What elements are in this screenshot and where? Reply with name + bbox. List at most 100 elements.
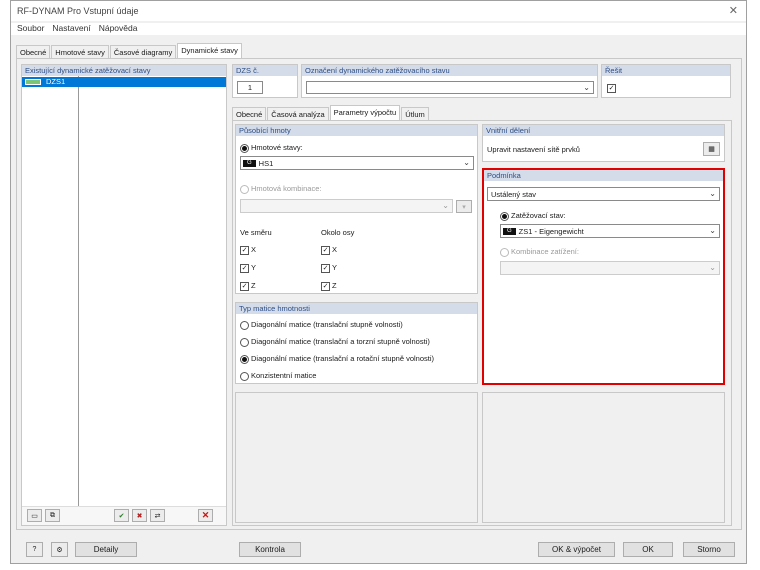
load-case-radio[interactable] [500,211,509,221]
load-case-badge: G [503,227,516,235]
menu-item-napoveda[interactable]: Nápověda [99,23,138,35]
load-case-option[interactable]: Zatěžovací stav: [500,211,566,221]
designation-input[interactable]: ⌄ [306,81,594,94]
matrix-radio-4[interactable] [240,371,249,381]
condition-group: Podmínka Ustálený stav ⌄ Zatěžovací stav… [482,168,725,385]
chevron-down-icon[interactable]: ⌄ [709,226,716,235]
load-case-value: ZS1 - Eigengewicht [518,226,584,236]
solve-group: Řešit ✓ [601,64,731,98]
matrix-option-3-label: Diagonální matice (translační a rotační … [251,354,435,363]
load-combo-option[interactable]: Kombinace zatížení: [500,247,579,257]
tab-obecne[interactable]: Obecné [16,45,51,58]
ok-button[interactable]: OK [623,542,673,557]
mass-combo-radio[interactable] [240,184,249,194]
chevron-down-icon[interactable]: ⌄ [463,158,470,167]
direction-x-checkbox[interactable]: ✓ [240,245,249,255]
subtab-casova-analyza[interactable]: Časová analýza [267,107,329,120]
matrix-option-1[interactable]: Diagonální matice (translační stupně vol… [240,320,403,330]
direction-x[interactable]: ✓ X [240,245,256,255]
load-case-color-swatch [25,79,41,85]
new-case-icon[interactable]: ▭ [27,509,42,522]
menu-bar: Soubor Nastavení Nápověda [11,23,746,35]
mass-combo-option[interactable]: Hmotová kombinace: [240,184,321,194]
tab-casove-diagramy[interactable]: Časové diagramy [109,45,177,58]
copy-case-icon[interactable]: ⧉ [45,509,60,522]
menu-item-soubor[interactable]: Soubor [17,23,44,35]
uncheck-all-icon[interactable]: ✖ [132,509,147,522]
mass-cases-option[interactable]: Hmotové stavy: [240,143,303,153]
direction-y[interactable]: ✓ Y [240,263,256,273]
chevron-down-icon[interactable]: ⌄ [583,83,590,92]
axis-y-label: Y [332,263,338,272]
chevron-down-icon[interactable]: ⌄ [709,263,716,272]
direction-y-checkbox[interactable]: ✓ [240,263,249,273]
masses-group: Působící hmoty Hmotové stavy: G HS1 ⌄ Hm… [235,124,478,294]
empty-panel-left [235,392,478,523]
direction-y-label: Y [251,263,257,272]
help-icon[interactable]: ? [26,542,43,557]
direction-z-label: Z [251,281,256,290]
details-button[interactable]: Detaily [75,542,137,557]
axis-x-checkbox[interactable]: ✓ [321,245,330,255]
close-icon[interactable]: ✕ [729,4,738,17]
dialog-window: RF-DYNAM Pro Vstupní údaje ✕ Soubor Nast… [10,0,747,564]
axis-y[interactable]: ✓ Y [321,263,337,273]
load-combo-radio[interactable] [500,247,509,257]
mesh-group: Vnitřní dělení Upravit nastavení sítě pr… [482,124,725,162]
mass-cases-radio[interactable] [240,143,249,153]
axis-z-checkbox[interactable]: ✓ [321,281,330,291]
matrix-header: Typ matice hmotnosti [236,303,477,314]
subtab-utlum[interactable]: Útlum [401,107,429,120]
solve-checkbox[interactable]: ✓ [607,84,616,93]
mesh-settings-icon[interactable]: ▦ [703,142,720,156]
mass-combo-select[interactable]: ⌄ [240,199,453,213]
direction-z-checkbox[interactable]: ✓ [240,281,249,291]
axis-x[interactable]: ✓ X [321,245,337,255]
ok-calculate-button[interactable]: OK & výpočet [538,542,615,557]
tab-hmotove-stavy[interactable]: Hmotové stavy [51,45,109,58]
matrix-radio-3[interactable] [240,354,249,364]
condition-mode-select[interactable]: Ustálený stav ⌄ [487,187,720,201]
designation-group: Označení dynamického zatěžovacího stavu … [301,64,598,98]
load-case-label: Zatěžovací stav: [511,211,566,220]
load-case-list-panel: Existující dynamické zatěžovací stavy DZ… [21,64,227,526]
chevron-down-icon[interactable]: ⌄ [709,189,716,198]
subtab-parametry-vypoctu[interactable]: Parametry výpočtu [329,105,401,120]
matrix-option-2-label: Diagonální matice (translační a torzní s… [251,337,430,346]
mass-case-value: HS1 [258,158,274,168]
direction-x-label: X [251,245,257,254]
matrix-option-4[interactable]: Konzistentní matice [240,371,316,381]
matrix-option-2[interactable]: Diagonální matice (translační a torzní s… [240,337,430,347]
dzs-number-field[interactable]: 1 [237,81,263,94]
axis-z-label: Z [332,281,337,290]
dzs-number-group: DZS č. 1 [232,64,298,98]
toggle-selection-icon[interactable]: ⇄ [150,509,165,522]
matrix-radio-2[interactable] [240,337,249,347]
chevron-down-icon[interactable]: ⌄ [442,201,449,210]
load-combo-label: Kombinace zatížení: [511,247,579,256]
mass-case-select[interactable]: G HS1 ⌄ [240,156,474,170]
matrix-radio-1[interactable] [240,320,249,330]
load-combo-select[interactable]: ⌄ [500,261,720,275]
check-all-icon[interactable]: ✔ [114,509,129,522]
cancel-button[interactable]: Storno [683,542,735,557]
menu-item-nastaveni[interactable]: Nastavení [52,23,90,35]
direction-label: Ve směru [240,228,272,237]
units-icon[interactable]: ⚙ [51,542,68,557]
sub-tabs: Obecné Časová analýza Parametry výpočtu … [232,105,430,120]
tab-dynamicke-stavy[interactable]: Dynamické stavy [177,43,242,58]
mass-matrix-group: Typ matice hmotnosti Diagonální matice (… [235,302,478,384]
axis-z[interactable]: ✓ Z [321,281,337,291]
mesh-text: Upravit nastavení sítě prvků [487,145,580,154]
select-combo-icon[interactable]: ▾ [456,200,472,213]
delete-icon[interactable]: ✕ [198,509,213,522]
list-item[interactable]: DZS1 [22,77,226,87]
axis-y-checkbox[interactable]: ✓ [321,263,330,273]
direction-z[interactable]: ✓ Z [240,281,256,291]
subtab-obecne[interactable]: Obecné [232,107,267,120]
title-bar: RF-DYNAM Pro Vstupní údaje ✕ [11,1,746,21]
load-case-select[interactable]: G ZS1 - Eigengewicht ⌄ [500,224,720,238]
check-button[interactable]: Kontrola [239,542,301,557]
window-title: RF-DYNAM Pro Vstupní údaje [17,6,139,16]
matrix-option-3[interactable]: Diagonální matice (translační a rotační … [240,354,434,364]
